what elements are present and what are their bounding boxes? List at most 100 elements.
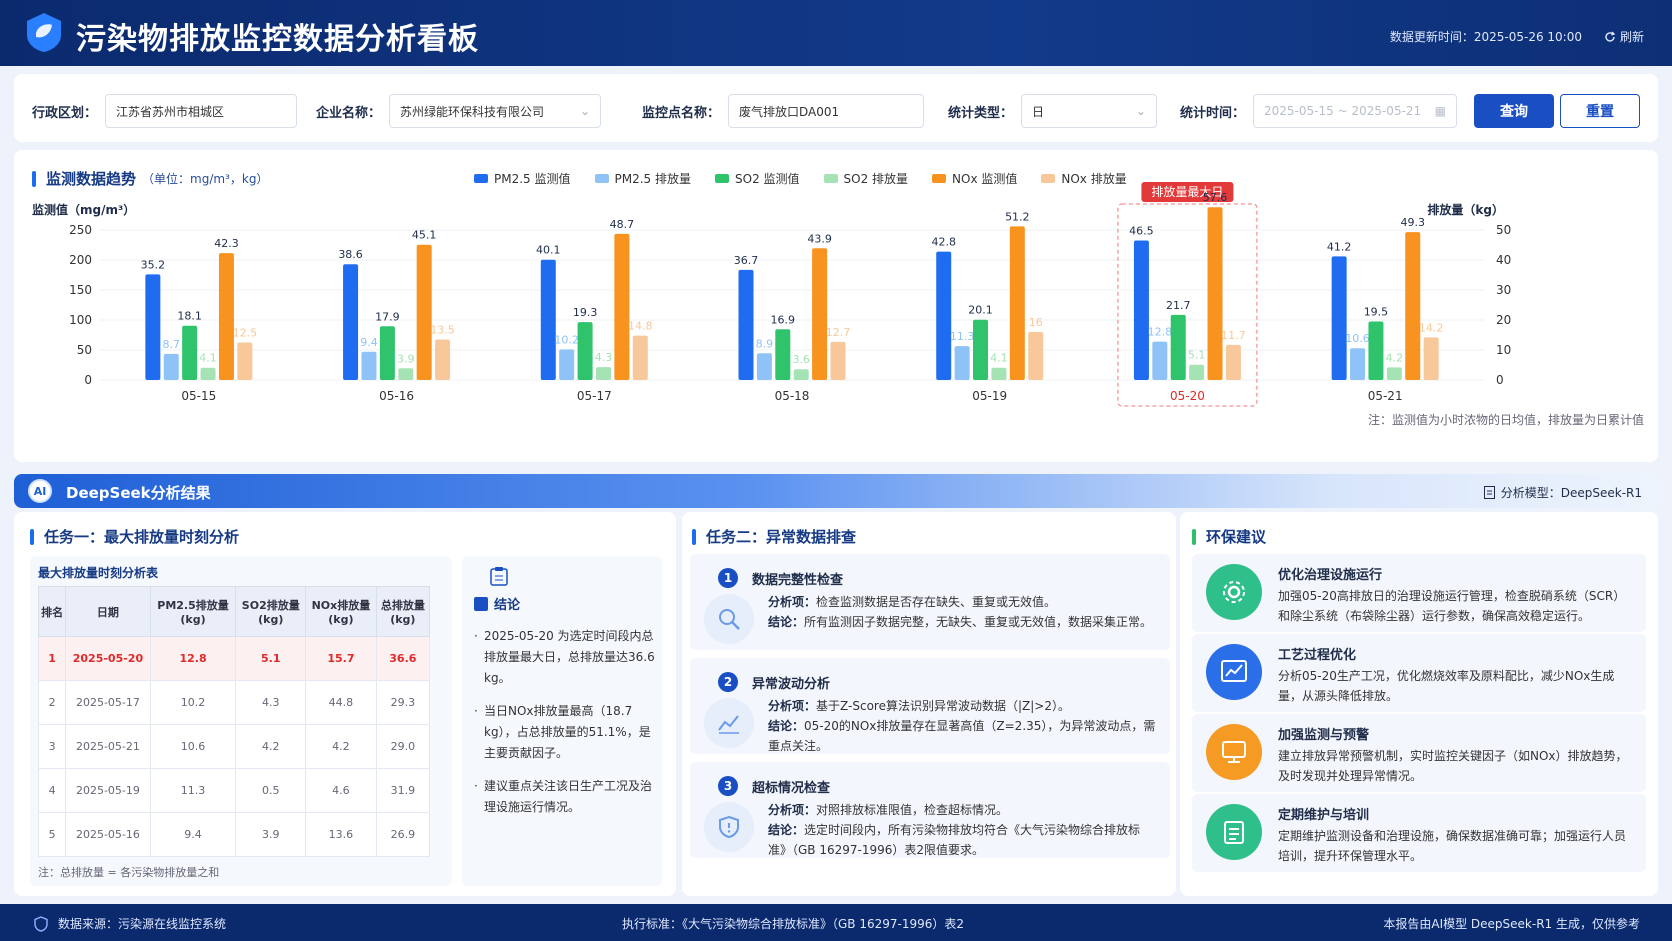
table-cell: 29.3 — [375, 680, 431, 725]
bar — [218, 253, 234, 380]
model-label: 分析模型：DeepSeek-R1 — [1483, 484, 1642, 501]
time-range-input[interactable]: 2025-05-15 ~ 2025-05-21 ▦ — [1253, 94, 1458, 128]
data-label: 9.4 — [360, 336, 378, 349]
conclusion-list: 2025-05-20 为选定时间段内总排放量最大日，总排放量达36.6 kg。当… — [474, 626, 656, 830]
data-label: 10.2 — [554, 333, 579, 346]
query-button[interactable]: 查询 — [1474, 94, 1554, 128]
check-item: 1 数据完整性检查 分析项：检查监测数据是否存在缺失、重复或无效值。 结论：所有监测因… — [690, 554, 1170, 650]
suggestion-title: 优化治理设施运行 — [1278, 568, 1383, 583]
trend-chart-icon — [704, 698, 754, 748]
bar — [1405, 232, 1421, 380]
data-label: 42.3 — [214, 237, 239, 250]
bar — [954, 346, 970, 380]
bar — [793, 369, 809, 380]
table-cell: 3 — [37, 724, 67, 769]
table-cell: 4.6 — [305, 768, 377, 813]
suggestion-text: 加强05-20高排放日的治理设施运行管理，检查脱硝系统（SCR）和除尘系统（布袋… — [1278, 589, 1626, 623]
report-icon — [474, 596, 488, 611]
task2-panel: 任务二：异常数据排查 1 数据完整性检查 分析项：检查监测数据是否存在缺失、重复或无… — [682, 512, 1176, 896]
bar — [1133, 240, 1149, 380]
y-tick-label: 200 — [69, 253, 92, 267]
chevron-down-icon: ⌄ — [1135, 104, 1147, 118]
bar — [237, 342, 253, 380]
y-right-tick-label: 0 — [1496, 373, 1504, 387]
table-cell: 4.2 — [305, 724, 377, 769]
data-label: 41.2 — [1327, 240, 1352, 253]
table-note: 注：总排放量 = 各污染物排放量之和 — [38, 866, 220, 879]
table-row: 1 2025-05-20 12.8 5.1 15.7 36.6 — [37, 636, 431, 681]
x-tick-label: 05-21 — [1368, 389, 1403, 403]
table-cell: 5 — [37, 812, 67, 857]
bar — [595, 367, 611, 380]
table-cell: 2025-05-21 — [65, 724, 151, 769]
table-cell: 31.9 — [375, 768, 431, 813]
bar — [540, 259, 556, 380]
check-title: 数据完整性检查 — [752, 573, 844, 588]
bar — [738, 269, 754, 380]
table-header-cell: 总排放量 (kg) — [375, 586, 431, 637]
bar — [1368, 321, 1384, 380]
bar — [1423, 337, 1439, 380]
check-text: 分析项：对照排放标准限值，检查超标情况。 结论：选定时间段内，所有污染物排放均符合… — [768, 803, 1141, 857]
company-select[interactable]: 苏州绿能环保科技有限公司 ⌄ — [389, 94, 602, 128]
x-tick-label: 05-20 — [1170, 389, 1205, 403]
data-label: 12.7 — [826, 326, 851, 339]
table-cell: 4 — [37, 768, 67, 813]
y-right-tick-label: 30 — [1496, 283, 1511, 297]
calendar-icon: ▦ — [1434, 104, 1447, 118]
max-emission-table: 排名 日期 PM2.5排放量 (kg) SO2排放量 (kg) NOx排放量 (kg) 总… — [37, 586, 431, 857]
table-cell: 44.8 — [305, 680, 377, 725]
step-number: 3 — [718, 776, 738, 796]
data-label: 18.1 — [177, 310, 202, 323]
table-cell: 26.9 — [375, 812, 431, 857]
table-row: 3 2025-05-21 10.6 4.2 4.2 29.0 — [37, 724, 431, 769]
table-cell: 10.6 — [149, 724, 237, 769]
table-row: 4 2025-05-19 11.3 0.5 4.6 31.9 — [37, 768, 431, 813]
bar — [559, 349, 575, 380]
data-label: 12.8 — [1148, 326, 1173, 339]
bar — [1152, 341, 1168, 380]
stat-type-select[interactable]: 日 ⌄ — [1021, 94, 1158, 128]
table-header-cell: PM2.5排放量 (kg) — [149, 586, 237, 637]
y-right-tick-label: 40 — [1496, 253, 1511, 267]
table-header-cell: 排名 — [37, 586, 67, 637]
company-filter: 企业名称： 苏州绿能环保科技有限公司 ⌄ — [316, 94, 602, 128]
conclusion-item: 2025-05-20 为选定时间段内总排放量最大日，总排放量达36.6 kg。 — [474, 626, 656, 689]
check-item: 3 超标情况检查分析项：对照排放标准限值，检查超标情况。 结论：选定时间段内，所有污… — [690, 762, 1170, 858]
reset-button[interactable]: 重置 — [1560, 94, 1640, 128]
time-filter: 统计时间： 2025-05-15 ~ 2025-05-21 ▦ — [1180, 94, 1458, 128]
chevron-down-icon: ⌄ — [579, 104, 591, 118]
shield-alert-icon — [704, 802, 754, 852]
page-title: 污染物排放监控数据分析看板 — [76, 22, 479, 57]
data-label: 40.1 — [536, 244, 561, 257]
suggestion-item: 工艺过程优化 分析05-20生产工况，优化燃烧效率及原料配比，减少NOx生成量，从… — [1192, 634, 1646, 712]
refresh-button[interactable]: 刷新 — [1604, 28, 1644, 45]
bar — [435, 339, 451, 380]
data-label: 57.6 — [1203, 191, 1228, 204]
suggestion-title: 加强监测与预警 — [1278, 728, 1370, 743]
bar — [379, 326, 395, 380]
data-label: 45.1 — [412, 229, 437, 242]
data-label: 38.6 — [338, 248, 363, 261]
suggestion-title: 定期维护与培训 — [1278, 808, 1370, 823]
bar — [1225, 344, 1241, 380]
region-input[interactable]: 江苏省苏州市相城区 — [105, 94, 298, 128]
table-header-cell: SO2排放量 (kg) — [235, 586, 307, 637]
table-cell: 2025-05-20 — [65, 636, 151, 681]
y-tick-label: 250 — [69, 223, 92, 237]
table-cell: 29.0 — [375, 724, 431, 769]
y-right-tick-label: 20 — [1496, 313, 1511, 327]
footer-source: 数据来源：污染源在线监控系统 — [58, 917, 227, 931]
table-cell: 2 — [37, 680, 67, 725]
header-bar: 污染物排放监控数据分析看板 数据更新时间：2025-05-26 10:00 刷新 — [0, 0, 1672, 66]
conclusion-item: 建议重点关注该日生产工况及治理设施运行情况。 — [474, 776, 656, 818]
check-title: 异常波动分析 — [752, 677, 831, 692]
x-tick-label: 05-19 — [972, 389, 1007, 403]
data-label: 36.7 — [734, 254, 759, 267]
monitor-icon — [1206, 724, 1262, 780]
point-input[interactable]: 废气排放口DA001 — [728, 94, 925, 128]
check-title: 超标情况检查 — [752, 781, 831, 796]
chart-note: 注：监测值为小时浓物的日均值，排放量为日累计值 — [1368, 412, 1644, 427]
suggestion-text: 建立排放异常预警机制，实时监控关键因子（如NOx）排放趋势，及时发现并处理异常情… — [1278, 749, 1628, 783]
trend-chart-card: 监测数据趋势 （单位：mg/m³，kg） PM2.5 监测值 PM2.5 排放量 SO… — [14, 150, 1658, 462]
